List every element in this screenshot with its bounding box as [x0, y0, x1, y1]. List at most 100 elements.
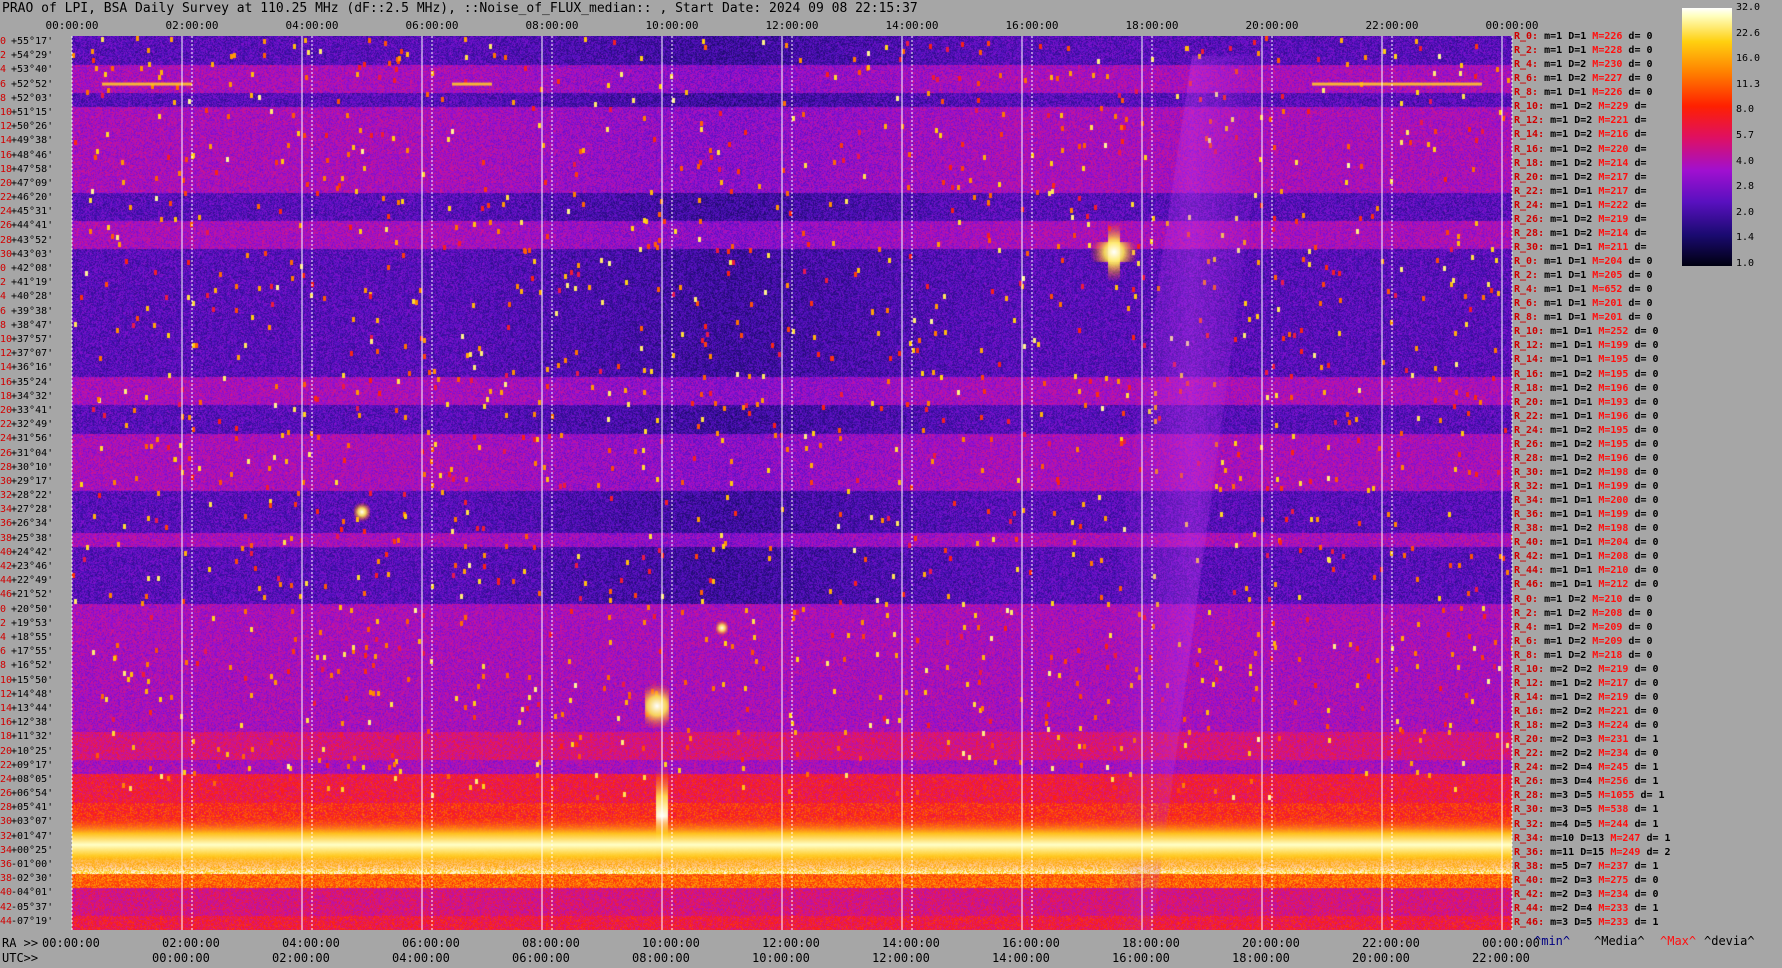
- row-index: 2: [0, 617, 7, 629]
- row-name: R_30:: [1514, 241, 1551, 253]
- median-value: D=2: [1574, 663, 1599, 675]
- min-value: m=2: [1550, 888, 1575, 900]
- declination-value: +10°25': [11, 745, 54, 757]
- row-index: 12: [0, 348, 13, 360]
- row-index: 10: [0, 674, 13, 686]
- declination-label: 46+21°52': [0, 588, 53, 602]
- declination-label: 18+34°32': [0, 390, 53, 404]
- top-tick-label: 14:00:00: [886, 19, 939, 32]
- row-index: 18: [0, 390, 13, 402]
- min-value: m=1: [1550, 551, 1575, 563]
- deviation-value: d= 1: [1646, 832, 1671, 844]
- row-name: R_16:: [1514, 368, 1551, 380]
- deviation-value: d= 0: [1628, 621, 1653, 633]
- min-value: m=1: [1550, 691, 1575, 703]
- stats-row: R_22: m=1 D=1 M=217 d=: [1514, 185, 1646, 199]
- declination-label: 16+35°24': [0, 376, 53, 390]
- row-index: 8: [0, 92, 7, 104]
- row-name: R_42:: [1514, 551, 1551, 563]
- stats-row: R_28: m=3 D=5 M=1055 d= 1: [1514, 789, 1665, 803]
- declination-label: 2 +41°19': [0, 276, 53, 290]
- median-value: D=2: [1574, 368, 1599, 380]
- max-value: M=1055: [1598, 790, 1641, 802]
- color-scale-tick: 1.4: [1736, 232, 1755, 244]
- median-value: D=2: [1574, 748, 1599, 760]
- stats-column-header: ^Max^: [1660, 934, 1697, 948]
- declination-value: +47°09': [11, 177, 54, 189]
- median-value: D=5: [1574, 790, 1599, 802]
- stats-row: R_8: m=1 D=2 M=218 d= 0: [1514, 649, 1653, 663]
- deviation-value: d= 0: [1634, 691, 1659, 703]
- min-value: m=1: [1550, 382, 1575, 394]
- row-index: 40: [0, 887, 13, 899]
- deviation-value: d=: [1634, 101, 1647, 113]
- row-name: R_32:: [1514, 481, 1551, 492]
- stats-row: R_28: m=1 D=2 M=214 d=: [1514, 227, 1646, 241]
- declination-label: 32+28°22': [0, 489, 53, 503]
- stats-row: R_44: m=2 D=4 M=233 d= 1: [1514, 902, 1659, 916]
- declination-value: +40°28': [11, 291, 54, 303]
- max-value: M=199: [1598, 509, 1635, 521]
- min-value: m=2: [1550, 720, 1575, 732]
- declination-value: +31°04': [11, 447, 54, 459]
- declination-label: 10+51°15': [0, 106, 53, 120]
- max-value: M=224: [1598, 720, 1635, 732]
- row-name: R_32:: [1514, 818, 1551, 830]
- stats-row: R_0: m=1 D=1 M=226 d= 0: [1514, 30, 1653, 44]
- row-name: R_6:: [1514, 635, 1545, 647]
- row-index: 24: [0, 773, 13, 785]
- row-name: R_2:: [1514, 270, 1545, 282]
- stats-row: R_26: m=1 D=2 M=195 d= 0: [1514, 438, 1659, 452]
- stats-row: R_40: m=1 D=1 M=204 d= 0: [1514, 536, 1659, 550]
- max-value: M=204: [1598, 537, 1635, 549]
- median-value: D=1: [1568, 298, 1593, 310]
- color-scale-tick: 22.6: [1736, 27, 1761, 39]
- declination-value: +06°54': [11, 788, 54, 800]
- declination-label: 6 +52°52': [0, 78, 53, 92]
- stats-row: R_32: m=4 D=5 M=244 d= 1: [1514, 818, 1659, 832]
- min-value: m=1: [1550, 101, 1575, 113]
- declination-value: +21°52': [11, 589, 54, 601]
- row-index: 30: [0, 248, 13, 260]
- row-index: 6: [0, 646, 7, 658]
- row-index: 16: [0, 717, 13, 729]
- min-value: m=1: [1550, 185, 1575, 197]
- row-index: 6: [0, 305, 7, 317]
- stats-column-header: ^devia^: [1704, 934, 1755, 948]
- deviation-value: d=: [1634, 171, 1647, 183]
- row-index: 42: [0, 561, 13, 573]
- max-value: M=538: [1598, 804, 1635, 816]
- deviation-value: d= 0: [1634, 466, 1659, 478]
- min-value: m=5: [1550, 860, 1575, 872]
- median-value: D=15: [1580, 846, 1611, 858]
- median-value: D=3: [1574, 720, 1599, 732]
- declination-label: 42+23°46': [0, 560, 53, 574]
- min-value: m=3: [1550, 916, 1575, 928]
- declination-value: +26°34': [11, 518, 54, 530]
- max-value: M=652: [1592, 284, 1629, 296]
- deviation-value: d= 0: [1634, 481, 1659, 492]
- declination-value: +00°25': [11, 844, 54, 856]
- row-name: R_22:: [1514, 748, 1551, 760]
- row-name: R_16:: [1514, 706, 1551, 717]
- stats-row: R_4: m=1 D=2 M=209 d= 0: [1514, 621, 1653, 635]
- row-index: 22: [0, 192, 13, 204]
- stats-row: R_34: m=1 D=1 M=200 d= 0: [1514, 494, 1659, 508]
- ra-tick-label: 16:00:00: [1002, 936, 1060, 950]
- row-name: R_34:: [1514, 832, 1551, 844]
- row-name: R_38:: [1514, 523, 1551, 535]
- declination-value: +28°22': [11, 490, 54, 502]
- row-name: R_2:: [1514, 45, 1545, 57]
- ra-tick-label: 22:00:00: [1362, 936, 1420, 950]
- stats-row: R_22: m=1 D=1 M=196 d= 0: [1514, 410, 1659, 424]
- color-scale-ticks: 32.0 22.6 16.0 11.3 8.0 5.7 4.0 2.8 2.0 1.4 1.0: [1736, 0, 1782, 280]
- stats-row: R_34: m=10 D=13 M=247 d= 1: [1514, 832, 1671, 846]
- deviation-value: d= 1: [1634, 776, 1659, 788]
- deviation-value: d= 0: [1634, 523, 1659, 535]
- row-index: 0: [0, 36, 7, 47]
- stats-row: R_2: m=1 D=1 M=228 d= 0: [1514, 44, 1653, 58]
- ra-tick-label: 18:00:00: [1122, 936, 1180, 950]
- ra-tick-label: 04:00:00: [282, 936, 340, 950]
- row-name: R_26:: [1514, 438, 1551, 450]
- declination-label: 12+37°07': [0, 347, 53, 361]
